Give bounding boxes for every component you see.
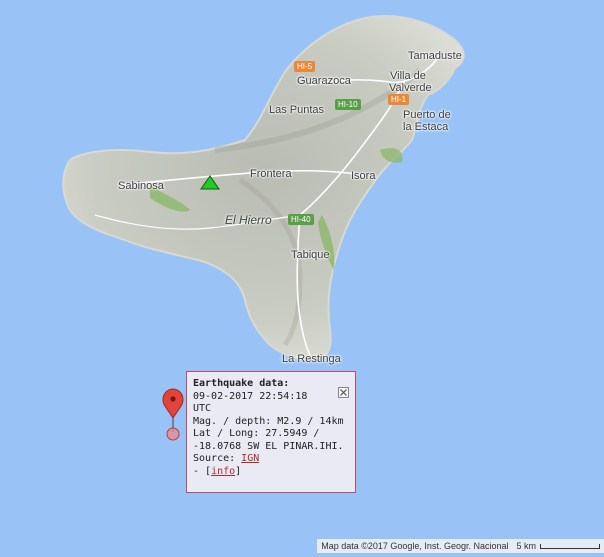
place-puerto-de-la-estaca-line2: la Estaca [403,121,449,133]
place-las-puntas: Las Puntas [269,104,325,116]
place-puerto-de-la-estaca-line1: Puerto de [403,109,451,121]
scale-label: 5 km [516,541,536,551]
popup-source: Source: IGN [193,453,349,466]
place-frontera: Frontera [250,168,292,180]
road-shield-hi1: HI-1 [388,94,410,105]
close-icon [340,389,347,396]
popup-latlong-line1: Lat / Long: 27.5949 / [193,428,320,439]
source-ign-link[interactable]: IGN [241,453,259,464]
popup-magnitude: Mag. / depth: M2.9 / 14km [193,415,344,427]
place-tabique: Tabique [291,249,330,261]
place-la-restinga: La Restinga [282,353,341,365]
popup-datetime-line2: UTC [193,403,212,414]
scale-bar [540,543,600,549]
popup-info: - [info] [193,466,349,479]
place-villa-de-valverde-line1: Villa de [390,70,426,82]
road-shield-hi40: HI-40 [288,214,314,225]
close-popup-button[interactable] [338,387,349,398]
marker-dot [170,396,176,402]
popup-title: Earthquake data: [193,378,290,389]
island-name-label: El Hierro [225,213,272,227]
popup-info-prefix: - [ [193,465,212,477]
place-tamaduste: Tamaduste [408,50,462,62]
map-attribution-bar: Map data ©2017 Google, Inst. Geogr. Naci… [317,539,604,553]
earthquake-info-popup: Earthquake data: 09-02-2017 22:54:18 UTC… [186,371,356,493]
place-guarazoca: Guarazoca [297,75,351,87]
popup-latlong-line2: -18.0768 SW EL PINAR.IHI. [193,440,344,452]
popup-source-prefix: Source: [193,453,242,464]
road-shield-hi5: HI-5 [294,61,316,72]
place-isora: Isora [351,170,376,182]
place-sabinosa: Sabinosa [118,180,164,192]
popup-info-suffix: ] [235,465,242,477]
road-shield-hi10: HI-10 [335,99,361,110]
popup-datetime-line1: 09-02-2017 22:54:18 [193,390,308,402]
epicenter-circle [166,427,180,441]
map-data-attribution[interactable]: Map data ©2017 Google, Inst. Geogr. Naci… [317,539,513,553]
place-villa-de-valverde-line2: Valverde [389,82,432,94]
info-link[interactable]: info [211,466,235,477]
scale-control[interactable]: 5 km [512,539,604,553]
